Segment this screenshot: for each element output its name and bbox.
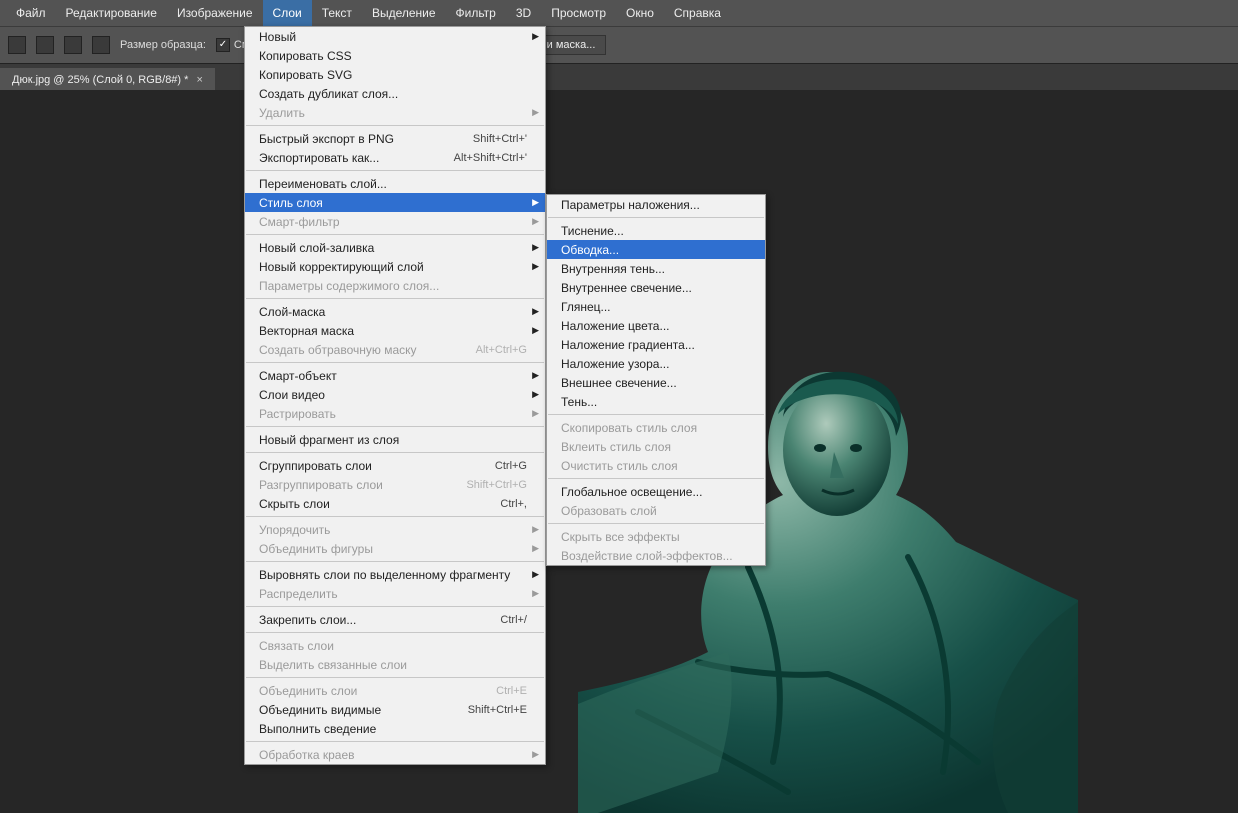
menuitem[interactable]: Наложение цвета... xyxy=(547,316,765,335)
close-icon[interactable]: × xyxy=(196,74,202,86)
menu-Окно[interactable]: Окно xyxy=(616,0,664,26)
menuitem: Скопировать стиль слоя xyxy=(547,418,765,437)
menuitem: Вклеить стиль слоя xyxy=(547,437,765,456)
menu-Текст[interactable]: Текст xyxy=(312,0,362,26)
menuitem[interactable]: Глянец... xyxy=(547,297,765,316)
menuitem[interactable]: Тень... xyxy=(547,392,765,411)
menuitem: Разгруппировать слоиShift+Ctrl+G xyxy=(245,475,545,494)
tool-preset-icon[interactable] xyxy=(8,36,26,54)
menuitem[interactable]: Закрепить слои...Ctrl+/ xyxy=(245,610,545,629)
menuitem[interactable]: Внутреннее свечение... xyxy=(547,278,765,297)
document-tabs: Дюк.jpg @ 25% (Слой 0, RGB/8#) * × xyxy=(0,63,1238,92)
menuitem[interactable]: Копировать SVG xyxy=(245,65,545,84)
menuitem[interactable]: Переименовать слой... xyxy=(245,174,545,193)
menuitem[interactable]: Внешнее свечение... xyxy=(547,373,765,392)
menuitem: Распределить xyxy=(245,584,545,603)
menuitem[interactable]: Внутренняя тень... xyxy=(547,259,765,278)
menuitem[interactable]: Копировать CSS xyxy=(245,46,545,65)
menuitem: Параметры содержимого слоя... xyxy=(245,276,545,295)
tab-title: Дюк.jpg @ 25% (Слой 0, RGB/8#) * xyxy=(12,74,188,86)
sample-size-label: Размер образца: xyxy=(120,39,206,51)
menuitem[interactable]: Слои видео xyxy=(245,385,545,404)
selection-new-icon[interactable] xyxy=(36,36,54,54)
menu-Слои[interactable]: Слои xyxy=(263,0,312,26)
menuitem[interactable]: Скрыть слоиCtrl+, xyxy=(245,494,545,513)
menuitem[interactable]: Наложение градиента... xyxy=(547,335,765,354)
menuitem[interactable]: Быстрый экспорт в PNGShift+Ctrl+' xyxy=(245,129,545,148)
menuitem: Связать слои xyxy=(245,636,545,655)
menuitem: Очистить стиль слоя xyxy=(547,456,765,475)
menuitem[interactable]: Выровнять слои по выделенному фрагменту xyxy=(245,565,545,584)
menuitem: Выделить связанные слои xyxy=(245,655,545,674)
document-tab[interactable]: Дюк.jpg @ 25% (Слой 0, RGB/8#) * × xyxy=(0,68,215,92)
menuitem: Образовать слой xyxy=(547,501,765,520)
menuitem[interactable]: Наложение узора... xyxy=(547,354,765,373)
menuitem[interactable]: Экспортировать как...Alt+Shift+Ctrl+' xyxy=(245,148,545,167)
menuitem: Обработка краев xyxy=(245,745,545,764)
menuitem[interactable]: Выполнить сведение xyxy=(245,719,545,738)
menuitem[interactable]: Параметры наложения... xyxy=(547,195,765,214)
menuitem[interactable]: Обводка... xyxy=(547,240,765,259)
menuitem[interactable]: Тиснение... xyxy=(547,221,765,240)
layers-menu[interactable]: НовыйКопировать CSSКопировать SVGСоздать… xyxy=(244,26,546,765)
menuitem: Растрировать xyxy=(245,404,545,423)
menu-3D[interactable]: 3D xyxy=(506,0,541,26)
menuitem[interactable]: Создать дубликат слоя... xyxy=(245,84,545,103)
menuitem: Удалить xyxy=(245,103,545,122)
menu-Изображение[interactable]: Изображение xyxy=(167,0,263,26)
menuitem: Скрыть все эффекты xyxy=(547,527,765,546)
menuitem[interactable]: Стиль слоя xyxy=(245,193,545,212)
menu-Выделение[interactable]: Выделение xyxy=(362,0,446,26)
menuitem: Создать обтравочную маскуAlt+Ctrl+G xyxy=(245,340,545,359)
main-menubar[interactable]: ФайлРедактированиеИзображениеСлоиТекстВы… xyxy=(0,0,1238,26)
menuitem: Объединить слоиCtrl+E xyxy=(245,681,545,700)
selection-sub-icon[interactable] xyxy=(92,36,110,54)
menu-Фильтр[interactable]: Фильтр xyxy=(446,0,506,26)
menu-Справка[interactable]: Справка xyxy=(664,0,731,26)
menu-Редактирование[interactable]: Редактирование xyxy=(56,0,167,26)
menuitem[interactable]: Смарт-объект xyxy=(245,366,545,385)
selection-add-icon[interactable] xyxy=(64,36,82,54)
menuitem[interactable]: Новый фрагмент из слоя xyxy=(245,430,545,449)
menuitem[interactable]: Векторная маска xyxy=(245,321,545,340)
menuitem[interactable]: Новый xyxy=(245,27,545,46)
menuitem[interactable]: Слой-маска xyxy=(245,302,545,321)
menuitem[interactable]: Новый корректирующий слой xyxy=(245,257,545,276)
menuitem[interactable]: Сгруппировать слоиCtrl+G xyxy=(245,456,545,475)
menuitem: Смарт-фильтр xyxy=(245,212,545,231)
menuitem: Воздействие слой-эффектов... xyxy=(547,546,765,565)
menuitem[interactable]: Объединить видимыеShift+Ctrl+E xyxy=(245,700,545,719)
options-bar: Размер образца: ✓Смеж.пикс Образец со вс… xyxy=(0,26,1238,63)
layer-style-submenu[interactable]: Параметры наложения... Тиснение...Обводка… xyxy=(546,194,766,566)
menuitem: Упорядочить xyxy=(245,520,545,539)
menuitem[interactable]: Новый слой-заливка xyxy=(245,238,545,257)
menuitem[interactable]: Глобальное освещение... xyxy=(547,482,765,501)
menu-Файл[interactable]: Файл xyxy=(6,0,56,26)
menuitem: Объединить фигуры xyxy=(245,539,545,558)
menu-Просмотр[interactable]: Просмотр xyxy=(541,0,616,26)
